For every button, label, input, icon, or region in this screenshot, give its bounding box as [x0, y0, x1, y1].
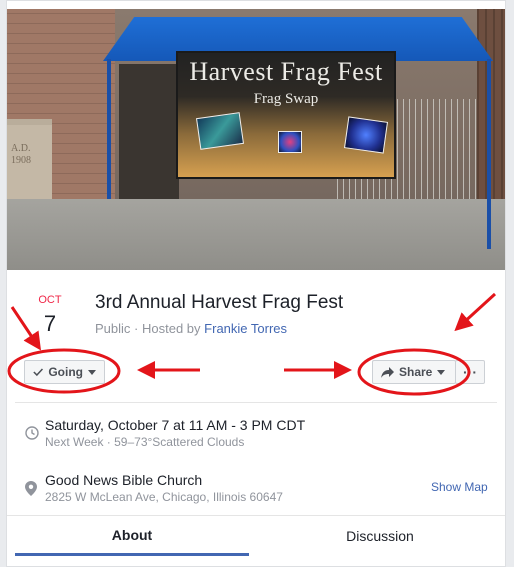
coral-photo — [278, 131, 302, 153]
divider — [15, 402, 497, 403]
map-pin-icon — [25, 481, 37, 496]
sidewalk — [7, 199, 505, 270]
date-month: OCT — [38, 294, 62, 306]
location-address: 2825 W McLean Ave, Chicago, Illinois 606… — [45, 490, 283, 504]
chevron-down-icon — [437, 369, 446, 375]
event-meta: Public · Hosted by Frankie Torres — [95, 321, 287, 336]
going-label: Going — [48, 365, 83, 379]
share-arrow-icon — [381, 366, 394, 378]
coral-photo — [195, 112, 245, 150]
doorway — [119, 64, 179, 199]
show-map-link[interactable]: Show Map — [431, 480, 488, 494]
privacy-label: Public — [95, 321, 131, 336]
tent-pole — [487, 59, 491, 249]
event-card: A.D. 1908 Harvest Frag Fest Frag Swap OC… — [6, 0, 506, 567]
event-title[interactable]: 3rd Annual Harvest Frag Fest — [95, 292, 343, 314]
clock-icon — [25, 426, 39, 440]
cornerstone-text: A.D. 1908 — [11, 143, 31, 166]
coral-photo — [343, 116, 389, 154]
more-options-button[interactable]: ··· — [455, 360, 485, 384]
cover-photo[interactable]: A.D. 1908 Harvest Frag Fest Frag Swap — [7, 9, 505, 270]
ellipsis-icon: ··· — [463, 364, 477, 380]
location-name[interactable]: Good News Bible Church — [45, 472, 202, 488]
chevron-down-icon — [88, 369, 96, 375]
share-button[interactable]: Share — [372, 360, 456, 384]
tent-pole — [107, 59, 111, 199]
date-day: 7 — [43, 311, 57, 336]
meta-separator: · — [134, 321, 142, 336]
share-label: Share — [399, 365, 433, 379]
check-icon — [33, 368, 44, 377]
banner-subtitle: Frag Swap — [253, 91, 319, 107]
iron-gate — [477, 9, 505, 204]
cornerstone: A.D. 1908 — [7, 119, 52, 210]
hosted-by-label: Hosted by — [142, 321, 201, 336]
tab-discussion[interactable]: Discussion — [263, 516, 497, 556]
going-button[interactable]: Going — [24, 360, 105, 384]
host-link[interactable]: Frankie Torres — [204, 321, 287, 336]
banner-title: Harvest Frag Fest — [189, 57, 383, 86]
tab-about[interactable]: About — [15, 516, 249, 556]
event-banner: Harvest Frag Fest Frag Swap — [176, 51, 396, 179]
event-weather: Next Week · 59–73°Scattered Clouds — [45, 435, 245, 449]
event-datetime[interactable]: Saturday, October 7 at 11 AM - 3 PM CDT — [45, 417, 305, 433]
